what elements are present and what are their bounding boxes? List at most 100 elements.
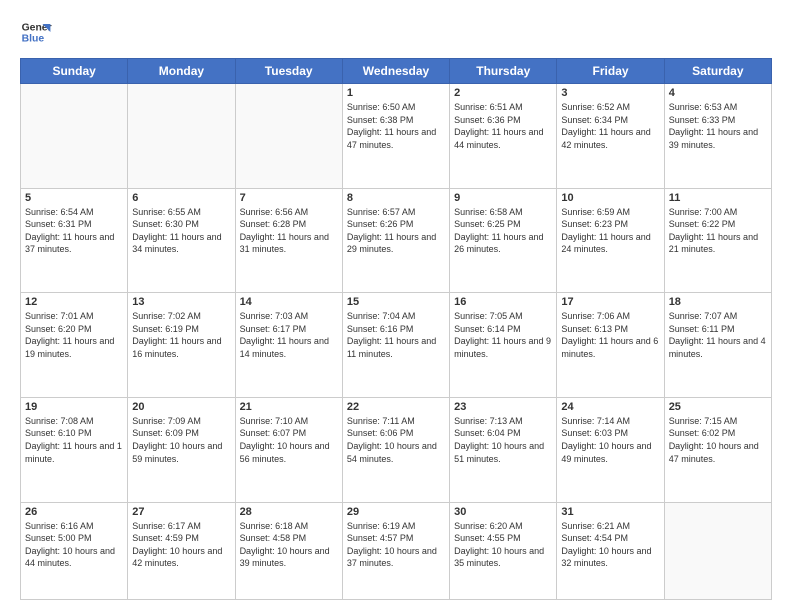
day-header-wednesday: Wednesday <box>342 59 449 84</box>
day-info: Sunrise: 7:13 AM Sunset: 6:04 PM Dayligh… <box>454 415 552 465</box>
day-info: Sunrise: 6:21 AM Sunset: 4:54 PM Dayligh… <box>561 520 659 570</box>
calendar-day-13: 13 Sunrise: 7:02 AM Sunset: 6:19 PM Dayli… <box>128 293 235 398</box>
day-number: 8 <box>347 192 445 204</box>
calendar-day-6: 6 Sunrise: 6:55 AM Sunset: 6:30 PM Daylig… <box>128 188 235 293</box>
logo-icon: General Blue <box>20 16 52 48</box>
day-number: 27 <box>132 506 230 518</box>
calendar-day-2: 2 Sunrise: 6:51 AM Sunset: 6:36 PM Daylig… <box>450 84 557 189</box>
day-header-tuesday: Tuesday <box>235 59 342 84</box>
calendar-day-22: 22 Sunrise: 7:11 AM Sunset: 6:06 PM Dayli… <box>342 397 449 502</box>
calendar-day-15: 15 Sunrise: 7:04 AM Sunset: 6:16 PM Dayli… <box>342 293 449 398</box>
calendar-day-26: 26 Sunrise: 6:16 AM Sunset: 5:00 PM Dayli… <box>21 502 128 600</box>
day-header-thursday: Thursday <box>450 59 557 84</box>
day-number: 28 <box>240 506 338 518</box>
day-number: 4 <box>669 87 767 99</box>
day-info: Sunrise: 6:59 AM Sunset: 6:23 PM Dayligh… <box>561 206 659 256</box>
calendar-day-empty <box>235 84 342 189</box>
day-number: 11 <box>669 192 767 204</box>
day-number: 26 <box>25 506 123 518</box>
day-info: Sunrise: 7:05 AM Sunset: 6:14 PM Dayligh… <box>454 310 552 360</box>
day-info: Sunrise: 6:17 AM Sunset: 4:59 PM Dayligh… <box>132 520 230 570</box>
day-number: 29 <box>347 506 445 518</box>
day-number: 10 <box>561 192 659 204</box>
day-info: Sunrise: 6:50 AM Sunset: 6:38 PM Dayligh… <box>347 101 445 151</box>
calendar-header-row: SundayMondayTuesdayWednesdayThursdayFrid… <box>21 59 772 84</box>
day-info: Sunrise: 7:00 AM Sunset: 6:22 PM Dayligh… <box>669 206 767 256</box>
day-info: Sunrise: 7:09 AM Sunset: 6:09 PM Dayligh… <box>132 415 230 465</box>
day-number: 3 <box>561 87 659 99</box>
day-info: Sunrise: 7:01 AM Sunset: 6:20 PM Dayligh… <box>25 310 123 360</box>
calendar-week-5: 26 Sunrise: 6:16 AM Sunset: 5:00 PM Dayli… <box>21 502 772 600</box>
calendar-day-10: 10 Sunrise: 6:59 AM Sunset: 6:23 PM Dayli… <box>557 188 664 293</box>
day-info: Sunrise: 7:02 AM Sunset: 6:19 PM Dayligh… <box>132 310 230 360</box>
calendar-day-11: 11 Sunrise: 7:00 AM Sunset: 6:22 PM Dayli… <box>664 188 771 293</box>
calendar-day-17: 17 Sunrise: 7:06 AM Sunset: 6:13 PM Dayli… <box>557 293 664 398</box>
day-number: 2 <box>454 87 552 99</box>
day-number: 21 <box>240 401 338 413</box>
day-number: 22 <box>347 401 445 413</box>
day-number: 14 <box>240 296 338 308</box>
calendar-day-3: 3 Sunrise: 6:52 AM Sunset: 6:34 PM Daylig… <box>557 84 664 189</box>
day-info: Sunrise: 7:14 AM Sunset: 6:03 PM Dayligh… <box>561 415 659 465</box>
day-number: 20 <box>132 401 230 413</box>
calendar-day-29: 29Sunrise: 6:19 AM Sunset: 4:57 PM Dayli… <box>342 502 449 600</box>
calendar-week-4: 19 Sunrise: 7:08 AM Sunset: 6:10 PM Dayli… <box>21 397 772 502</box>
day-number: 13 <box>132 296 230 308</box>
day-info: Sunrise: 6:20 AM Sunset: 4:55 PM Dayligh… <box>454 520 552 570</box>
calendar-day-18: 18 Sunrise: 7:07 AM Sunset: 6:11 PM Dayli… <box>664 293 771 398</box>
day-info: Sunrise: 7:08 AM Sunset: 6:10 PM Dayligh… <box>25 415 123 465</box>
calendar-day-empty <box>21 84 128 189</box>
calendar-day-16: 16Sunrise: 7:05 AM Sunset: 6:14 PM Dayli… <box>450 293 557 398</box>
day-header-friday: Friday <box>557 59 664 84</box>
day-number: 6 <box>132 192 230 204</box>
day-info: Sunrise: 6:58 AM Sunset: 6:25 PM Dayligh… <box>454 206 552 256</box>
day-info: Sunrise: 6:53 AM Sunset: 6:33 PM Dayligh… <box>669 101 767 151</box>
day-info: Sunrise: 7:10 AM Sunset: 6:07 PM Dayligh… <box>240 415 338 465</box>
day-header-monday: Monday <box>128 59 235 84</box>
day-number: 12 <box>25 296 123 308</box>
day-number: 31 <box>561 506 659 518</box>
calendar-day-30: 30 Sunrise: 6:20 AM Sunset: 4:55 PM Dayli… <box>450 502 557 600</box>
day-info: Sunrise: 6:57 AM Sunset: 6:26 PM Dayligh… <box>347 206 445 256</box>
svg-text:Blue: Blue <box>22 34 45 45</box>
day-number: 7 <box>240 192 338 204</box>
calendar-day-12: 12 Sunrise: 7:01 AM Sunset: 6:20 PM Dayli… <box>21 293 128 398</box>
calendar-day-31: 31 Sunrise: 6:21 AM Sunset: 4:54 PM Dayli… <box>557 502 664 600</box>
day-number: 25 <box>669 401 767 413</box>
day-info: Sunrise: 6:16 AM Sunset: 5:00 PM Dayligh… <box>25 520 123 570</box>
calendar-day-25: 25 Sunrise: 7:15 AM Sunset: 6:02 PM Dayli… <box>664 397 771 502</box>
calendar-week-3: 12 Sunrise: 7:01 AM Sunset: 6:20 PM Dayli… <box>21 293 772 398</box>
day-number: 19 <box>25 401 123 413</box>
calendar-day-24: 24 Sunrise: 7:14 AM Sunset: 6:03 PM Dayli… <box>557 397 664 502</box>
calendar-week-2: 5Sunrise: 6:54 AM Sunset: 6:31 PM Daylig… <box>21 188 772 293</box>
day-info: Sunrise: 6:51 AM Sunset: 6:36 PM Dayligh… <box>454 101 552 151</box>
day-info: Sunrise: 7:07 AM Sunset: 6:11 PM Dayligh… <box>669 310 767 360</box>
day-number: 1 <box>347 87 445 99</box>
day-info: Sunrise: 7:15 AM Sunset: 6:02 PM Dayligh… <box>669 415 767 465</box>
day-number: 9 <box>454 192 552 204</box>
calendar-day-21: 21 Sunrise: 7:10 AM Sunset: 6:07 PM Dayli… <box>235 397 342 502</box>
day-info: Sunrise: 6:54 AM Sunset: 6:31 PM Dayligh… <box>25 206 123 256</box>
calendar-day-8: 8 Sunrise: 6:57 AM Sunset: 6:26 PM Daylig… <box>342 188 449 293</box>
day-number: 18 <box>669 296 767 308</box>
calendar-day-9: 9 Sunrise: 6:58 AM Sunset: 6:25 PM Daylig… <box>450 188 557 293</box>
day-info: Sunrise: 7:04 AM Sunset: 6:16 PM Dayligh… <box>347 310 445 360</box>
day-number: 15 <box>347 296 445 308</box>
calendar-day-20: 20 Sunrise: 7:09 AM Sunset: 6:09 PM Dayli… <box>128 397 235 502</box>
day-number: 17 <box>561 296 659 308</box>
day-info: Sunrise: 6:56 AM Sunset: 6:28 PM Dayligh… <box>240 206 338 256</box>
day-info: Sunrise: 7:03 AM Sunset: 6:17 PM Dayligh… <box>240 310 338 360</box>
calendar-week-1: 1 Sunrise: 6:50 AM Sunset: 6:38 PM Daylig… <box>21 84 772 189</box>
day-number: 30 <box>454 506 552 518</box>
day-info: Sunrise: 6:18 AM Sunset: 4:58 PM Dayligh… <box>240 520 338 570</box>
calendar-table: SundayMondayTuesdayWednesdayThursdayFrid… <box>20 58 772 600</box>
calendar-day-27: 27 Sunrise: 6:17 AM Sunset: 4:59 PM Dayli… <box>128 502 235 600</box>
day-info: Sunrise: 6:52 AM Sunset: 6:34 PM Dayligh… <box>561 101 659 151</box>
day-info: Sunrise: 7:06 AM Sunset: 6:13 PM Dayligh… <box>561 310 659 360</box>
day-info: Sunrise: 7:11 AM Sunset: 6:06 PM Dayligh… <box>347 415 445 465</box>
calendar-day-empty <box>128 84 235 189</box>
day-info: Sunrise: 6:55 AM Sunset: 6:30 PM Dayligh… <box>132 206 230 256</box>
day-number: 24 <box>561 401 659 413</box>
day-header-sunday: Sunday <box>21 59 128 84</box>
calendar-day-5: 5Sunrise: 6:54 AM Sunset: 6:31 PM Daylig… <box>21 188 128 293</box>
